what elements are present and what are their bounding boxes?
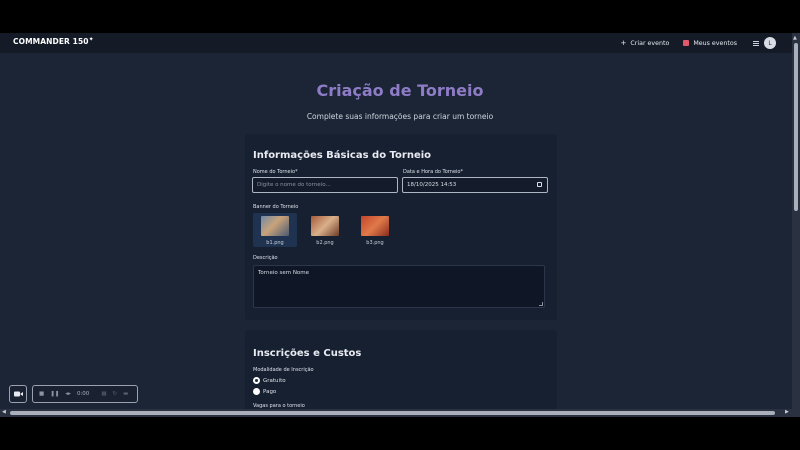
banner-thumbnail: [311, 216, 339, 236]
arrows-icon[interactable]: ◂▸: [65, 391, 71, 397]
plus-icon: +: [620, 39, 627, 47]
page-subtitle: Complete suas informações para criar um …: [306, 112, 494, 121]
tournament-date-value: 18/10/2025 14:53: [407, 182, 457, 188]
basic-info-title: Informações Básicas do Torneio: [253, 150, 432, 161]
tournament-name-label: Nome do Torneio*: [253, 169, 298, 175]
radio-checked-icon[interactable]: [253, 377, 260, 384]
horizontal-scrollbar[interactable]: ◀ ▶: [0, 409, 800, 417]
banner-option-b1[interactable]: b1.png: [253, 213, 297, 247]
recording-timer: 0:00: [76, 391, 90, 397]
scroll-left-icon[interactable]: ◀: [2, 409, 6, 415]
grid-icon[interactable]: ▦: [101, 391, 106, 397]
description-label: Descrição: [253, 255, 278, 261]
description-textarea[interactable]: Torneio sem Nome: [253, 265, 545, 308]
radio-unchecked-icon[interactable]: [253, 388, 260, 395]
scroll-up-icon[interactable]: ▲: [793, 35, 797, 41]
scrollbar-thumb[interactable]: [794, 43, 798, 211]
tournament-date-label: Data e Hora do Torneio*: [403, 169, 463, 175]
banner-filename: b2.png: [316, 240, 334, 246]
vertical-scrollbar[interactable]: ▲ ▼: [792, 33, 800, 417]
radio-option-paid[interactable]: Pago: [253, 388, 276, 395]
camera-toggle-button[interactable]: [9, 385, 27, 403]
recorder-toolbar: ■ ❚❚ ◂▸ 0:00 ▦ ↻ ▬: [32, 385, 138, 403]
create-event-label: Criar evento: [630, 39, 670, 47]
nav-actions: + Criar evento Meus eventos L: [606, 33, 776, 53]
user-avatar[interactable]: L: [764, 37, 776, 49]
my-events-link[interactable]: Meus eventos: [683, 40, 737, 47]
video-camera-icon: [13, 391, 23, 397]
banner-option-b2[interactable]: b2.png: [303, 213, 347, 247]
trash-icon[interactable]: ▬: [123, 391, 128, 397]
description-value: Torneio sem Nome: [258, 270, 310, 276]
banner-filename: b3.png: [366, 240, 384, 246]
app-logo[interactable]: COMMANDER 150 ✦: [13, 36, 94, 46]
calendar-picker-icon[interactable]: [537, 182, 542, 187]
tournament-name-placeholder: Digite o nome do torneio...: [257, 182, 331, 188]
resize-handle-icon[interactable]: [539, 302, 543, 306]
radio-label: Gratuito: [263, 377, 286, 384]
pause-icon[interactable]: ❚❚: [50, 391, 59, 397]
logo-text: COMMANDER 150: [13, 37, 89, 46]
hamburger-menu-icon[interactable]: [753, 40, 759, 47]
top-navbar: COMMANDER 150 ✦ + Criar evento Meus even…: [0, 33, 792, 53]
registration-title: Inscrições e Custos: [253, 348, 362, 359]
scrollbar-thumb[interactable]: [10, 411, 775, 415]
page-title: Criação de Torneio: [316, 81, 484, 100]
tournament-name-input[interactable]: Digite o nome do torneio...: [252, 177, 398, 193]
radio-label: Pago: [263, 388, 277, 395]
radio-option-free[interactable]: Gratuito: [253, 377, 286, 384]
tournament-date-input[interactable]: 18/10/2025 14:53: [402, 177, 548, 193]
registration-mode-label: Modalidade de Inscrição: [253, 367, 314, 373]
scroll-right-icon[interactable]: ▶: [785, 409, 789, 415]
restart-icon[interactable]: ↻: [113, 391, 118, 397]
browser-viewport: COMMANDER 150 ✦ + Criar evento Meus even…: [0, 33, 800, 417]
create-event-link[interactable]: + Criar evento: [620, 39, 669, 47]
banner-filename: b1.png: [266, 240, 284, 246]
my-events-label: Meus eventos: [693, 39, 737, 47]
banner-thumbnail: [361, 216, 389, 236]
logo-mark-icon: ✦: [88, 36, 94, 43]
calendar-icon: [683, 40, 690, 46]
banner-option-b3[interactable]: b3.png: [353, 213, 397, 247]
banner-label: Banner do Torneio: [253, 204, 299, 210]
banner-thumbnail: [261, 216, 289, 236]
stop-square-icon[interactable]: ■: [39, 391, 44, 397]
